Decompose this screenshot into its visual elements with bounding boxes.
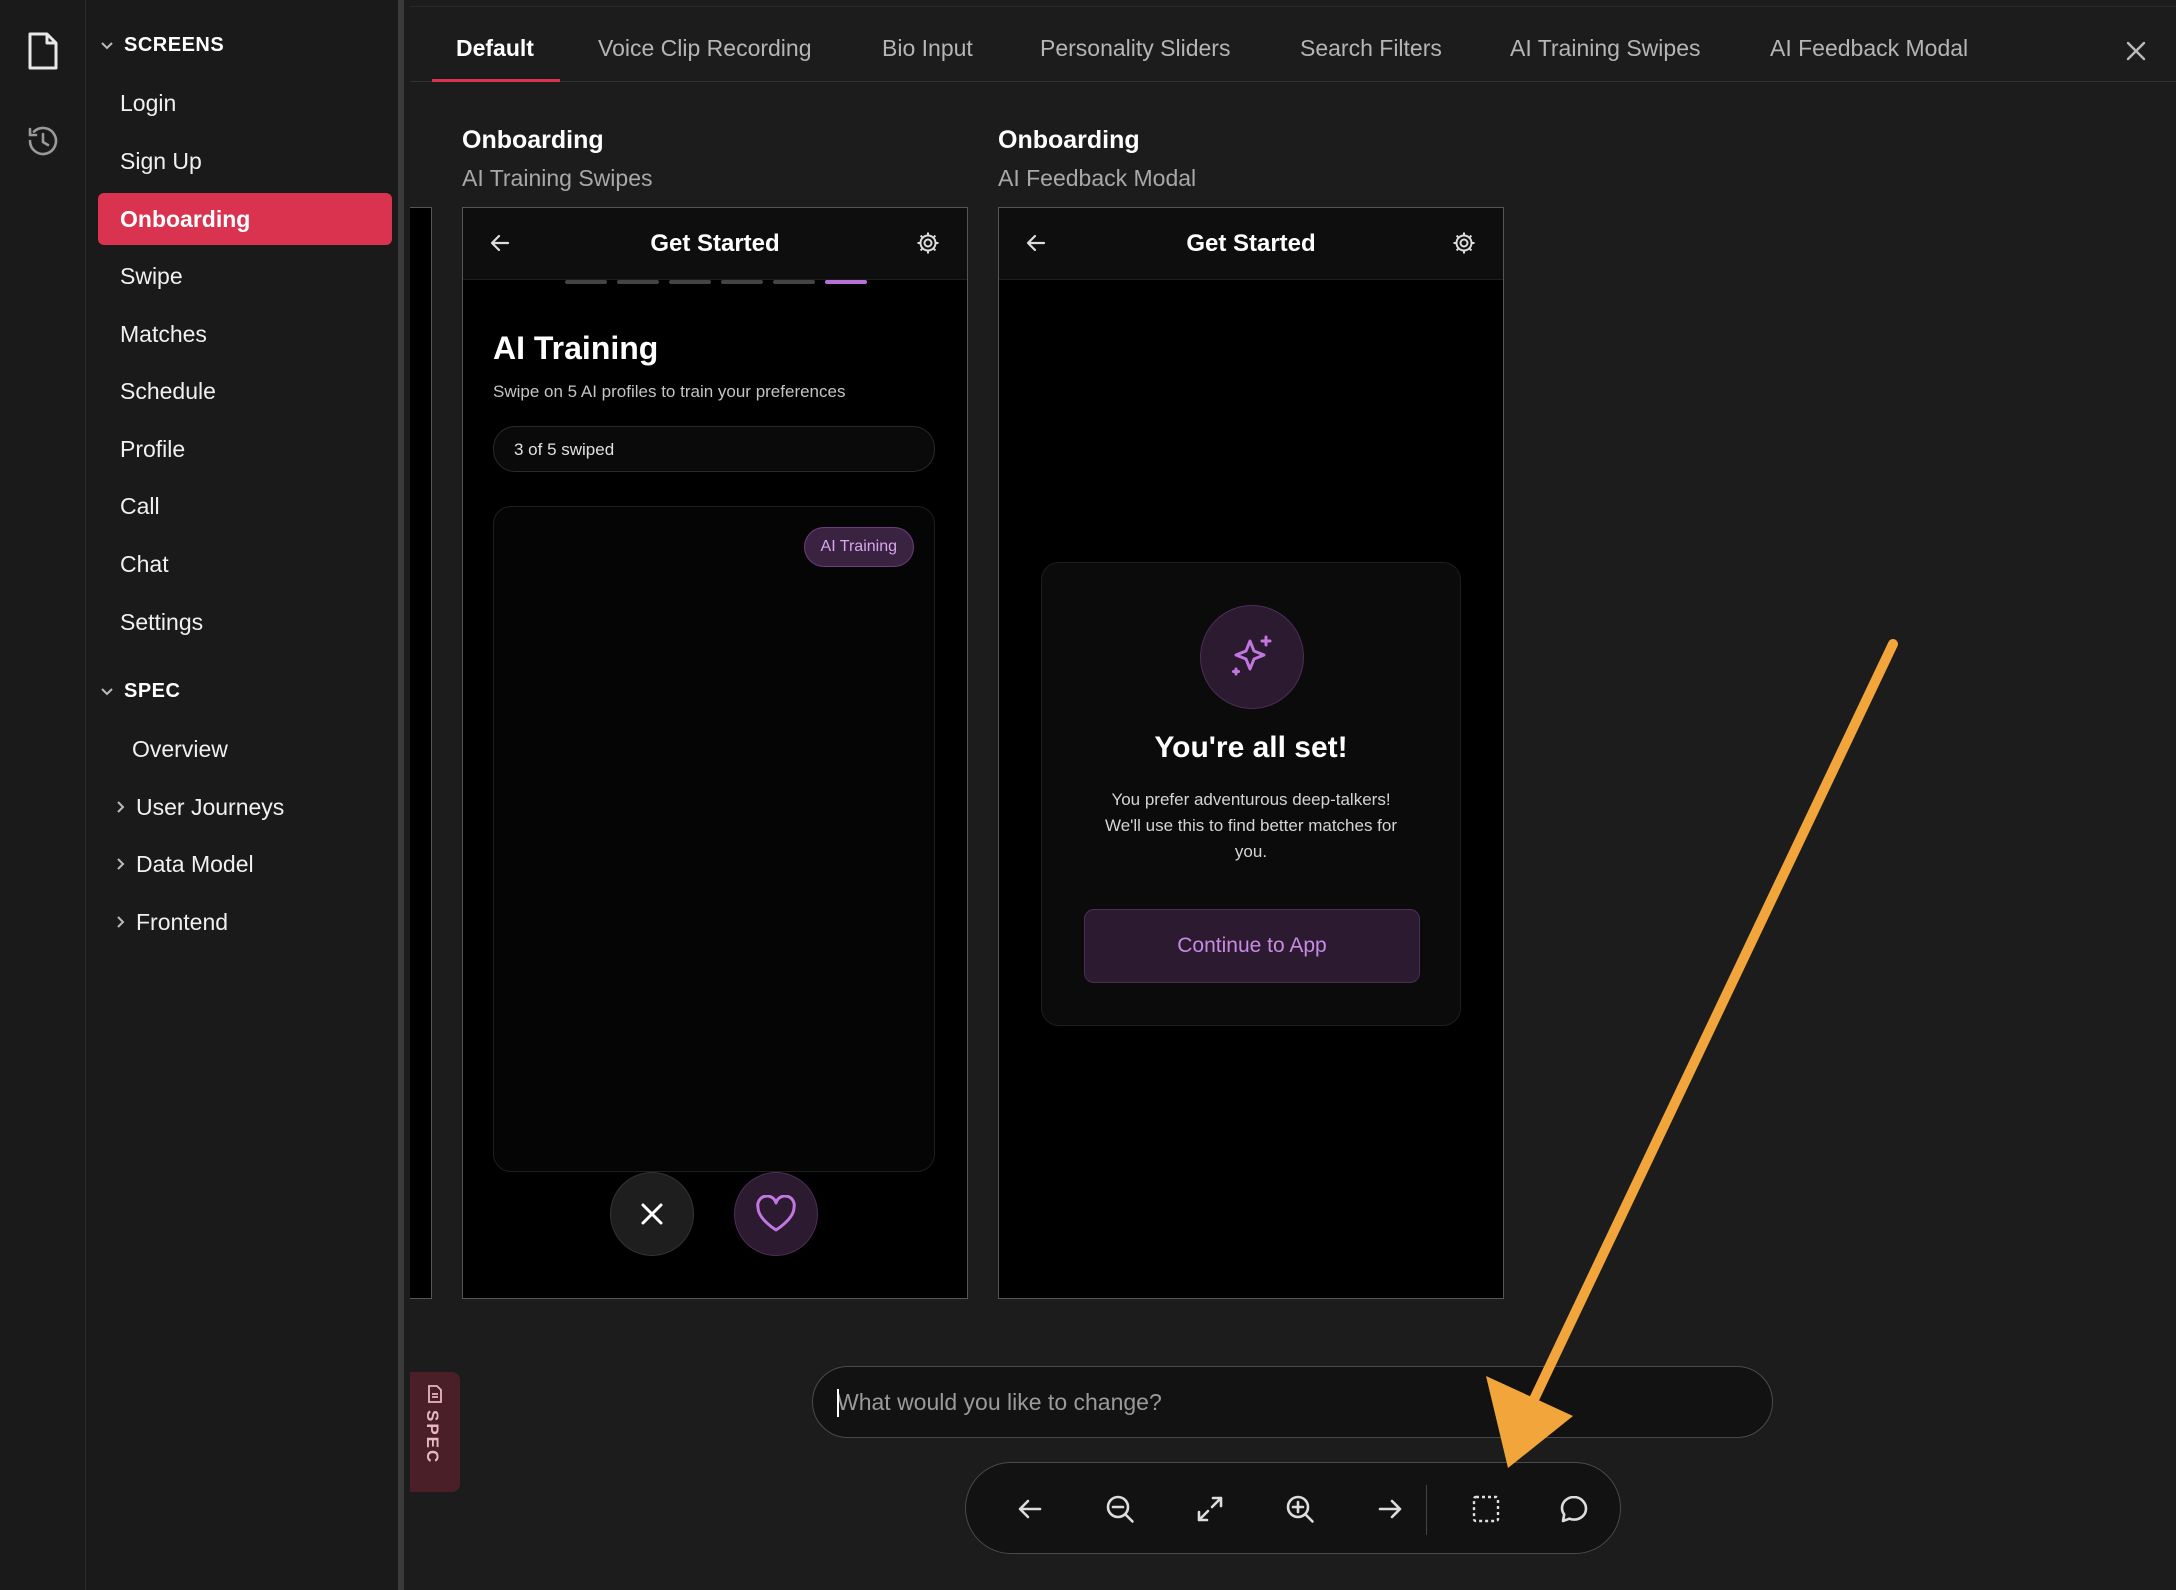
- arrow-left-icon[interactable]: [1006, 1485, 1054, 1533]
- spec-side-tab[interactable]: SPEC: [410, 1372, 460, 1492]
- sidebar-item-call[interactable]: Call: [98, 480, 392, 532]
- chevron-right-icon: [117, 801, 125, 813]
- tab-bio-input[interactable]: Bio Input: [882, 35, 973, 62]
- sparkle-icon: [1200, 605, 1304, 709]
- zoom-out-icon[interactable]: [1096, 1485, 1144, 1533]
- heart-icon: [756, 1195, 796, 1232]
- fit-screen-icon[interactable]: [1186, 1485, 1234, 1533]
- select-region-icon[interactable]: [1462, 1485, 1510, 1533]
- tab-personality-sliders[interactable]: Personality Sliders: [1040, 35, 1230, 62]
- variant-tabs: Default Voice Clip Recording Bio Input P…: [410, 6, 2176, 82]
- modal-message: You prefer adventurous deep-talkers! We'…: [1104, 790, 1398, 861]
- chevron-right-icon: [117, 916, 125, 928]
- sidebar-item-onboarding[interactable]: Onboarding: [98, 193, 392, 245]
- progress-step: [617, 280, 659, 284]
- phone-header: Get Started: [463, 208, 967, 280]
- change-prompt[interactable]: [812, 1366, 1773, 1438]
- main-canvas: Default Voice Clip Recording Bio Input P…: [410, 0, 2176, 1590]
- close-icon[interactable]: [2122, 37, 2150, 65]
- swipe-counter: 3 of 5 swiped: [493, 426, 935, 472]
- tab-ai-training-swipes[interactable]: AI Training Swipes: [1510, 35, 1700, 62]
- spec-item-overview[interactable]: Overview: [132, 729, 228, 769]
- progress-step: [565, 280, 607, 284]
- progress-step: [773, 280, 815, 284]
- active-tab-indicator: [432, 79, 560, 82]
- frame-label-2: Onboarding AI Feedback Modal: [998, 126, 1197, 191]
- screens-section-header[interactable]: SCREENS: [100, 34, 224, 57]
- profile-card[interactable]: AI Training: [493, 506, 935, 1172]
- like-button[interactable]: [734, 1172, 818, 1256]
- canvas-toolbar: [965, 1462, 1621, 1554]
- continue-to-app-button[interactable]: Continue to App: [1084, 909, 1420, 983]
- progress-step: [721, 280, 763, 284]
- chevron-right-icon: [117, 858, 125, 870]
- screen-heading: AI Training: [493, 330, 659, 366]
- sidebar: SCREENS Login Sign Up Onboarding Swipe M…: [86, 0, 404, 1590]
- arrow-right-icon[interactable]: [1366, 1485, 1414, 1533]
- change-prompt-input[interactable]: [837, 1367, 1737, 1437]
- tab-default[interactable]: Default: [456, 35, 534, 62]
- text-caret: [837, 1389, 839, 1417]
- spec-item-data-model[interactable]: Data Model: [116, 844, 254, 884]
- modal-title: You're all set!: [1154, 731, 1348, 764]
- progress-step-current: [825, 280, 867, 284]
- tab-search-filters[interactable]: Search Filters: [1300, 35, 1442, 62]
- spec-item-user-journeys[interactable]: User Journeys: [116, 787, 284, 827]
- tab-ai-feedback-modal[interactable]: AI Feedback Modal: [1770, 35, 1968, 62]
- app-root: SCREENS Login Sign Up Onboarding Swipe M…: [0, 0, 2176, 1590]
- gear-icon[interactable]: [1451, 230, 1477, 261]
- reject-button[interactable]: [610, 1172, 694, 1256]
- chevron-down-icon: [101, 687, 113, 695]
- sidebar-item-swipe[interactable]: Swipe: [98, 250, 392, 302]
- toolbar-divider: [1426, 1485, 1427, 1535]
- history-icon[interactable]: [18, 116, 68, 166]
- ai-training-badge: AI Training: [803, 527, 914, 567]
- spec-section-header[interactable]: SPEC: [100, 680, 180, 703]
- phone-header-title: Get Started: [1186, 230, 1316, 257]
- zoom-in-icon[interactable]: [1276, 1485, 1324, 1533]
- close-icon: [641, 1203, 663, 1225]
- sidebar-item-settings[interactable]: Settings: [98, 596, 392, 648]
- spec-item-frontend[interactable]: Frontend: [116, 902, 228, 942]
- tab-voice-clip-recording[interactable]: Voice Clip Recording: [598, 35, 812, 62]
- phone-ai-feedback-modal: Get Started You're all set! You prefer a…: [998, 207, 1504, 1299]
- sidebar-item-schedule[interactable]: Schedule: [98, 365, 392, 417]
- partial-phone-frame: [410, 207, 432, 1299]
- screen-description: Swipe on 5 AI profiles to train your pre…: [493, 382, 846, 401]
- icon-rail: [0, 0, 86, 1590]
- progress-step: [669, 280, 711, 284]
- comment-icon[interactable]: [1550, 1485, 1598, 1533]
- chevron-down-icon: [101, 41, 113, 49]
- sidebar-item-login[interactable]: Login: [98, 77, 392, 129]
- document-icon: [428, 1385, 442, 1403]
- phone-header-title: Get Started: [650, 230, 780, 257]
- sidebar-item-matches[interactable]: Matches: [98, 308, 392, 360]
- sidebar-item-profile[interactable]: Profile: [98, 423, 392, 475]
- phone-header: Get Started: [999, 208, 1503, 280]
- frame-label-1: Onboarding AI Training Swipes: [462, 126, 653, 191]
- phone-ai-training-swipes: Get Started AI Training Swipe on 5 AI pr…: [462, 207, 968, 1299]
- gear-icon[interactable]: [915, 230, 941, 261]
- feedback-modal: You're all set! You prefer adventurous d…: [1041, 562, 1461, 1026]
- sidebar-item-chat[interactable]: Chat: [98, 538, 392, 590]
- file-icon[interactable]: [18, 26, 68, 76]
- sidebar-item-sign-up[interactable]: Sign Up: [98, 135, 392, 187]
- onboarding-progress: [565, 280, 867, 284]
